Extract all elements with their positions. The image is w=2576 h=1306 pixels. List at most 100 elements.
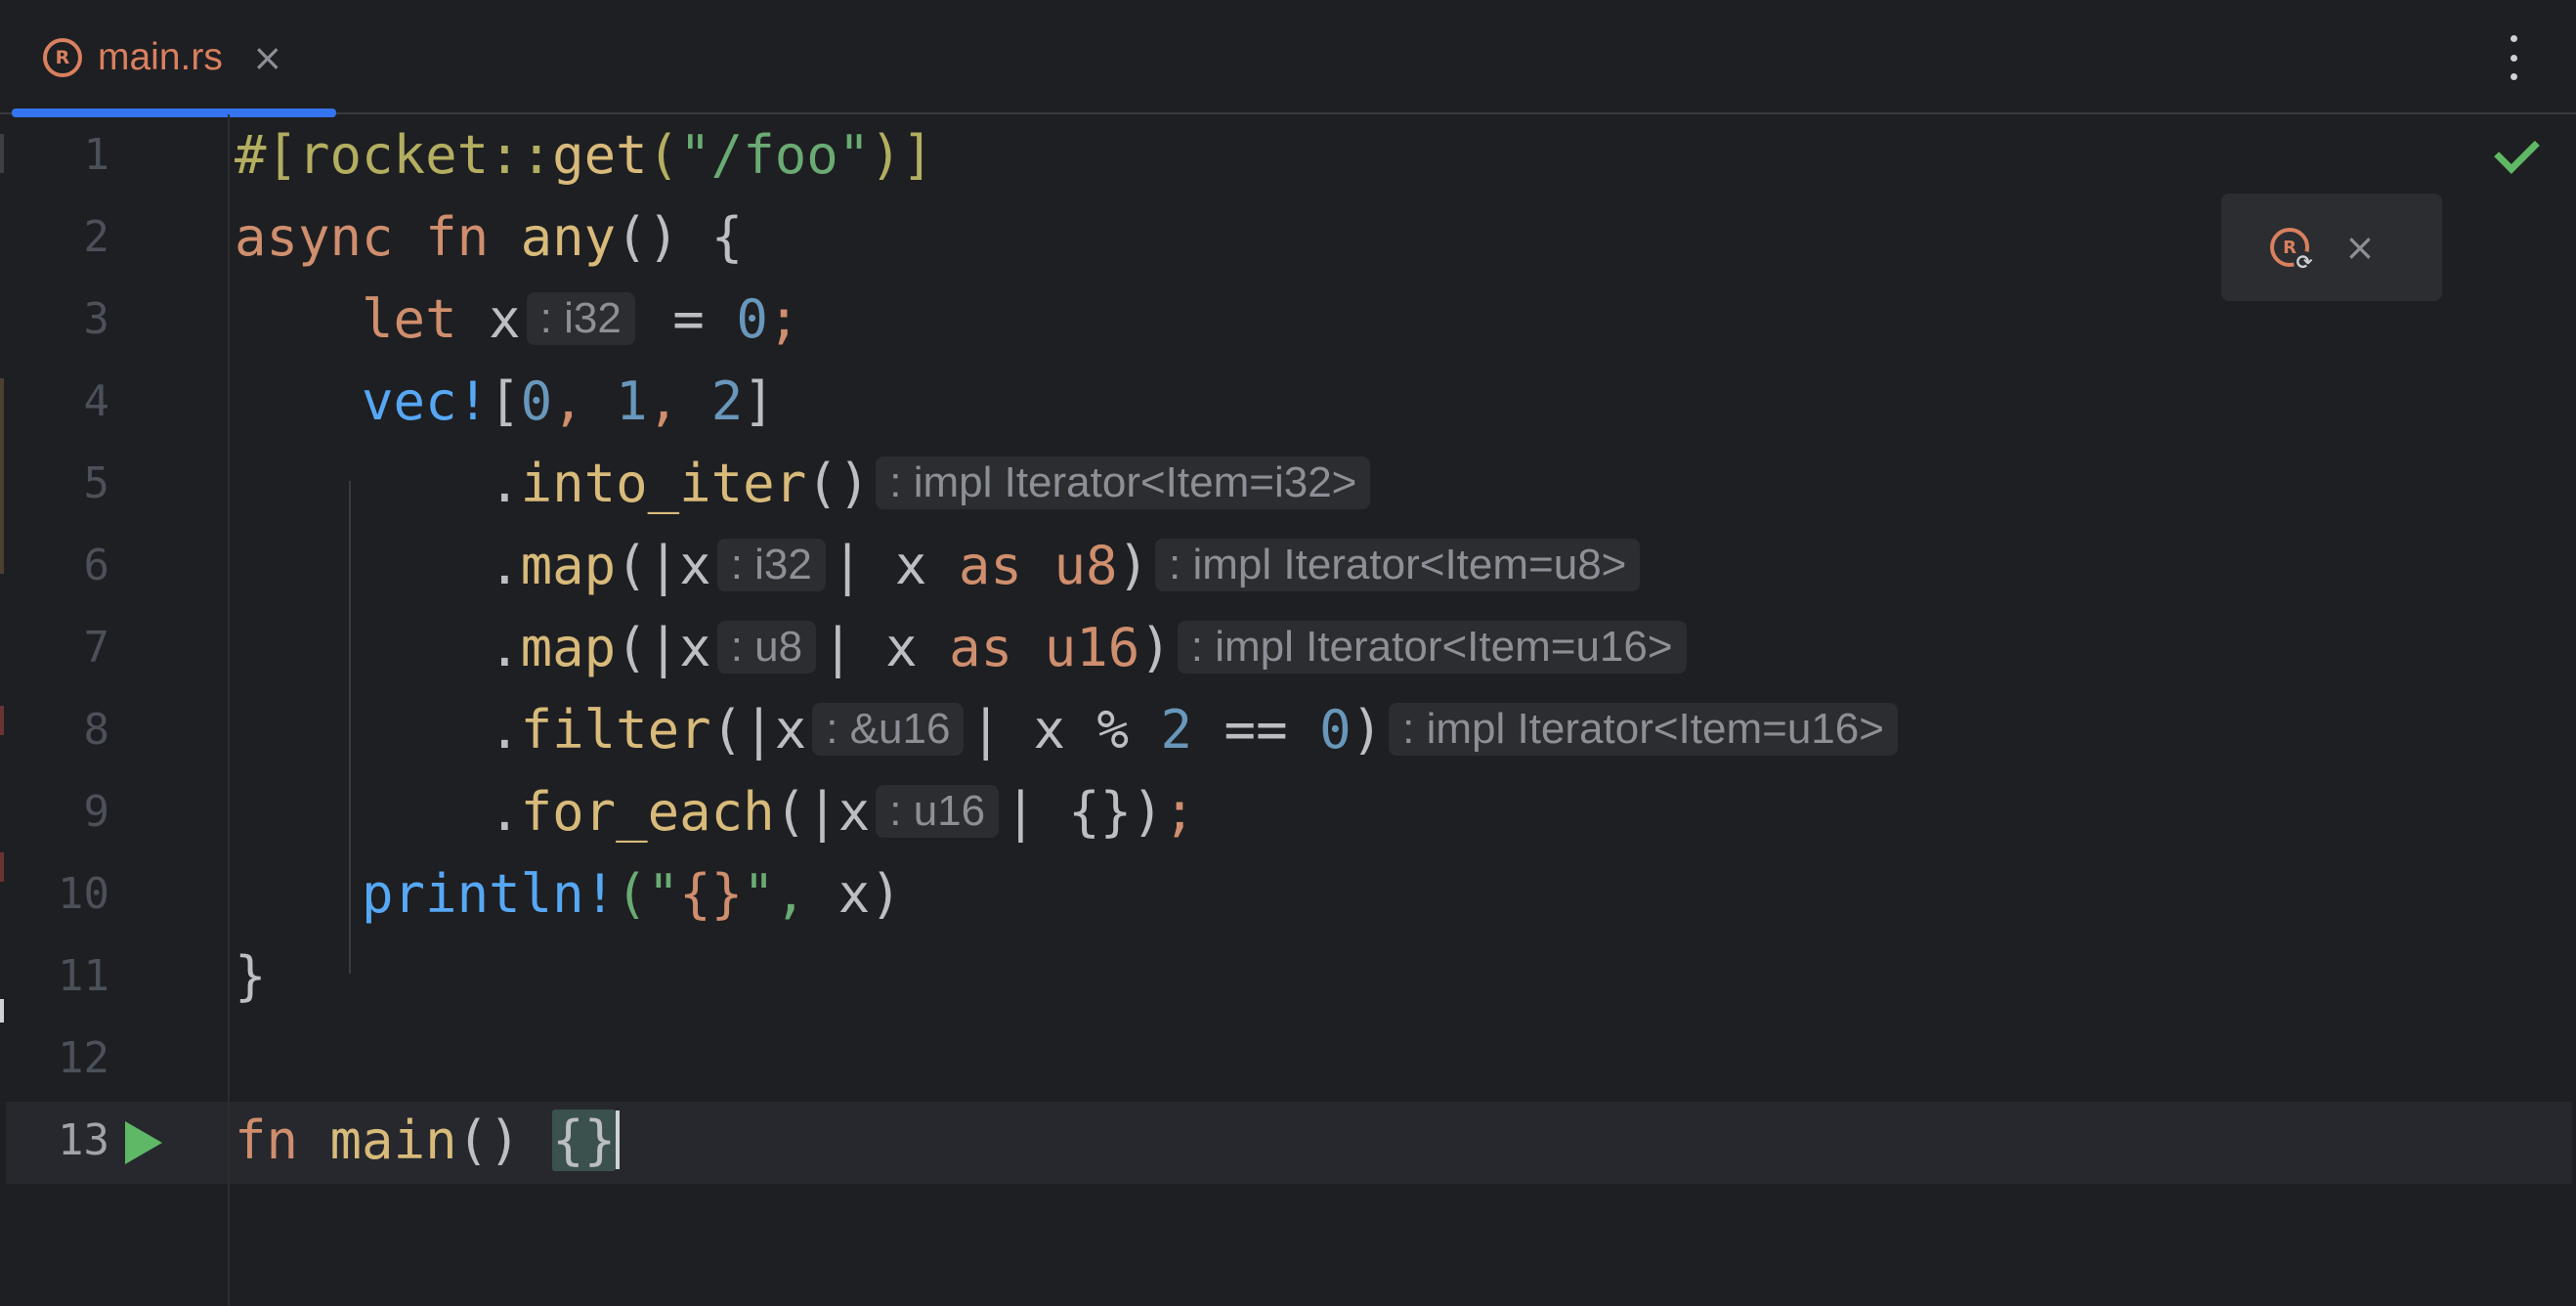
more-options-icon[interactable] bbox=[2502, 35, 2525, 80]
type-hint[interactable]: : i32 bbox=[526, 292, 635, 346]
param-type-hint[interactable]: : u16 bbox=[876, 785, 1000, 839]
code-line-6: .map(|x: i32 | x as u8): impl Iterator<It… bbox=[235, 525, 2576, 607]
number-literal: 1 bbox=[616, 370, 648, 432]
chain-type-hint[interactable]: : impl Iterator<Item=i32> bbox=[876, 457, 1371, 510]
keyword: as bbox=[958, 535, 1022, 596]
macro: vec! bbox=[362, 370, 490, 432]
code-line-7: .map(|x: u8 | x as u16): impl Iterator<It… bbox=[235, 607, 2576, 689]
keyword: fn bbox=[235, 1110, 299, 1171]
code-text: | x bbox=[822, 617, 950, 678]
attribute-close: )] bbox=[870, 124, 934, 186]
reload-project-popup: R ⟳ × bbox=[2221, 194, 2442, 301]
code-text: [ bbox=[489, 370, 521, 432]
code-text: ) bbox=[870, 863, 902, 925]
code-text: . bbox=[489, 535, 521, 596]
keyword: fn bbox=[425, 206, 490, 268]
editor-body[interactable]: 1 2 3 4 5 6 7 8 9 10 11 12 13 #[rocket::… bbox=[0, 114, 2576, 1306]
code-line-5: .into_iter(): impl Iterator<Item=i32> bbox=[235, 443, 2576, 525]
code-line-11: } bbox=[235, 936, 2576, 1018]
line-number: 7 bbox=[83, 623, 110, 673]
code-text: ) bbox=[1351, 699, 1384, 761]
method-name: map bbox=[520, 535, 617, 596]
code-line-10: println!("{}", x) bbox=[235, 853, 2576, 936]
line-number: 3 bbox=[83, 294, 110, 344]
param-type-hint[interactable]: : i32 bbox=[716, 539, 826, 592]
line-number: 2 bbox=[83, 212, 110, 262]
code-text: () bbox=[456, 1110, 553, 1171]
code-line-1: #[rocket::get("/foo")] bbox=[235, 114, 2576, 196]
type-name: u16 bbox=[1044, 617, 1140, 678]
code-line-8: .filter(|x: &u16 | x % 2 == 0): impl Iter… bbox=[235, 689, 2576, 771]
line-number: 12 bbox=[58, 1033, 109, 1083]
param-type-hint[interactable]: : &u16 bbox=[812, 703, 965, 757]
type-name: u8 bbox=[1053, 535, 1118, 596]
sync-icon: ⟳ bbox=[2294, 251, 2315, 273]
tab-label: main.rs bbox=[98, 35, 223, 78]
chain-type-hint[interactable]: : impl Iterator<Item=u16> bbox=[1177, 621, 1687, 675]
line-number: 11 bbox=[58, 951, 109, 1001]
function-name: main bbox=[329, 1110, 457, 1171]
macro: println! bbox=[362, 863, 617, 925]
code-text: . bbox=[489, 781, 521, 843]
matched-braces: {} bbox=[552, 1110, 617, 1171]
code-line-4: vec![0, 1, 2] bbox=[235, 361, 2576, 443]
comma: , bbox=[552, 370, 617, 432]
tab-bar: R main.rs × bbox=[0, 0, 2576, 117]
string-literal: ", bbox=[743, 863, 838, 925]
code-text: } bbox=[235, 945, 267, 1007]
paren: ( bbox=[647, 124, 680, 186]
code-text: | x bbox=[831, 535, 959, 596]
code-text: (|x bbox=[616, 535, 711, 596]
param-type-hint[interactable]: : u8 bbox=[716, 621, 817, 675]
method-name: into_iter bbox=[520, 453, 807, 514]
dot bbox=[2510, 73, 2517, 80]
code-line-13: fn main() {} bbox=[235, 1100, 2576, 1182]
method-name: for_each bbox=[520, 781, 775, 843]
line-number-active: 13 bbox=[58, 1115, 109, 1165]
code-text: (|x bbox=[710, 699, 807, 761]
number-literal: 0 bbox=[736, 288, 768, 350]
format-placeholder: {} bbox=[679, 863, 744, 925]
run-main-icon[interactable] bbox=[125, 1121, 162, 1164]
code-text: | {}) bbox=[1005, 781, 1164, 843]
chain-type-hint[interactable]: : impl Iterator<Item=u16> bbox=[1389, 703, 1898, 757]
code-text: | x % bbox=[969, 699, 1161, 761]
string-literal: (" bbox=[616, 863, 680, 925]
code-text: () bbox=[806, 453, 871, 514]
code-text: (|x bbox=[616, 617, 711, 678]
rust-glyph: R bbox=[2283, 237, 2297, 258]
number-literal: 2 bbox=[710, 370, 744, 432]
line-number: 4 bbox=[83, 376, 110, 426]
rust-reload-icon[interactable]: R ⟳ bbox=[2270, 228, 2315, 273]
string-literal: "/foo" bbox=[679, 124, 871, 186]
gutter-divider bbox=[228, 114, 230, 1306]
close-icon[interactable]: × bbox=[252, 39, 283, 76]
close-icon[interactable]: × bbox=[2344, 229, 2376, 266]
code-text: () { bbox=[616, 206, 744, 268]
line-number: 10 bbox=[58, 869, 109, 919]
line-number: 6 bbox=[83, 541, 110, 590]
attribute-fn: get bbox=[552, 124, 648, 186]
code-text: = bbox=[640, 288, 737, 350]
code-text: . bbox=[489, 699, 521, 761]
rust-file-icon: R bbox=[43, 37, 82, 77]
line-number: 5 bbox=[83, 458, 110, 508]
code-text: ) bbox=[1139, 617, 1172, 678]
keyword: as bbox=[949, 617, 1013, 678]
chain-type-hint[interactable]: : impl Iterator<Item=u8> bbox=[1155, 539, 1641, 592]
semicolon: ; bbox=[1163, 781, 1196, 843]
number-literal: 0 bbox=[520, 370, 553, 432]
line-number-gutter: 1 2 3 4 5 6 7 8 9 10 11 12 13 bbox=[0, 114, 109, 1182]
comma: , bbox=[647, 370, 711, 432]
line-number: 1 bbox=[83, 130, 110, 180]
code-text: ] bbox=[743, 370, 775, 432]
dot bbox=[2510, 35, 2517, 42]
tab-main-rs[interactable]: R main.rs × bbox=[6, 0, 336, 117]
line-number: 8 bbox=[83, 705, 110, 755]
keyword: async bbox=[235, 206, 394, 268]
text-caret bbox=[616, 1110, 621, 1170]
number-literal: 2 bbox=[1160, 699, 1193, 761]
number-literal: 0 bbox=[1319, 699, 1352, 761]
code-text: . bbox=[489, 617, 521, 678]
